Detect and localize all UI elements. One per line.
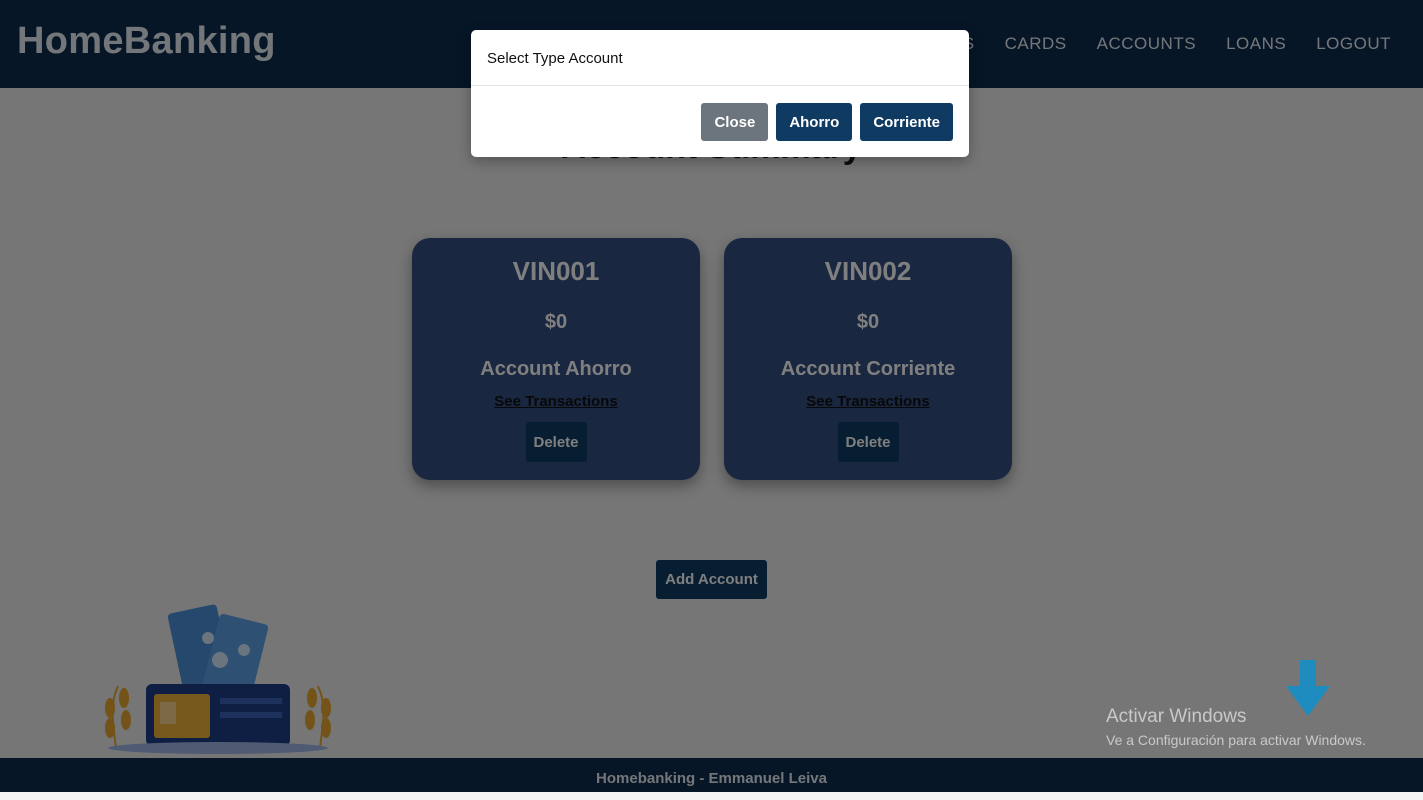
close-button[interactable]: Close [701,103,769,141]
modal-title: Select Type Account [487,50,623,67]
watermark-subtitle: Ve a Configuración para activar Windows. [1106,732,1366,748]
modal-header: Select Type Account [471,30,969,86]
ahorro-button[interactable]: Ahorro [776,103,853,141]
windows-activation-watermark: Activar Windows Ve a Configuración para … [1106,706,1366,748]
select-account-type-modal: Select Type Account Close Ahorro Corrien… [471,30,969,157]
watermark-title: Activar Windows [1106,706,1247,727]
corriente-button[interactable]: Corriente [860,103,953,141]
modal-footer: Close Ahorro Corriente [701,103,953,141]
